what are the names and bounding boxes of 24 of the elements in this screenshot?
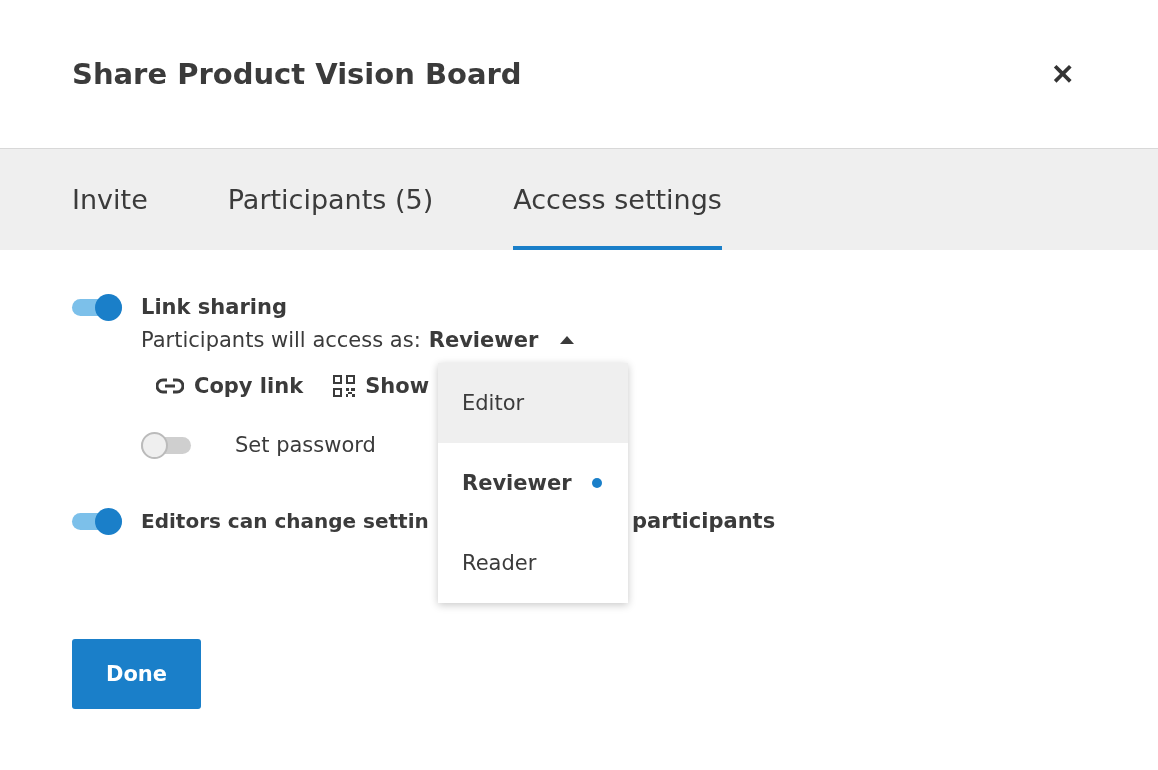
role-dropdown[interactable]: Reviewer <box>428 328 575 352</box>
menu-item[interactable]: Reviewer <box>438 443 628 523</box>
show-qr-button[interactable]: Show <box>333 374 430 398</box>
tab[interactable]: Access settings <box>513 149 722 250</box>
toggle-switch[interactable] <box>72 508 122 534</box>
selected-dot <box>591 478 602 488</box>
tab[interactable]: Participants (5) <box>227 149 434 250</box>
toggle-switch[interactable] <box>72 294 122 320</box>
caret-icon <box>560 336 575 344</box>
setting-label: participants <box>632 509 776 533</box>
dialog-title: Share Product Vision Board <box>72 57 522 91</box>
done-button[interactable]: Done <box>72 639 201 709</box>
tab[interactable]: Invite <box>72 149 148 250</box>
setting-label: Editors can change settin <box>141 509 429 533</box>
toggle-switch[interactable] <box>141 432 191 458</box>
access-label: Participants will access as: <box>141 328 421 352</box>
setting-label: Set password <box>235 433 376 457</box>
qr-code-icon <box>333 375 356 397</box>
link-icon <box>156 378 184 394</box>
close-button[interactable]: ✕ <box>1051 57 1074 91</box>
setting-label: Link sharing <box>141 295 287 319</box>
menu-item[interactable]: Reader <box>438 523 628 603</box>
menu-item[interactable]: Editor <box>438 363 628 443</box>
copy-link-button[interactable]: Copy link <box>156 374 304 398</box>
